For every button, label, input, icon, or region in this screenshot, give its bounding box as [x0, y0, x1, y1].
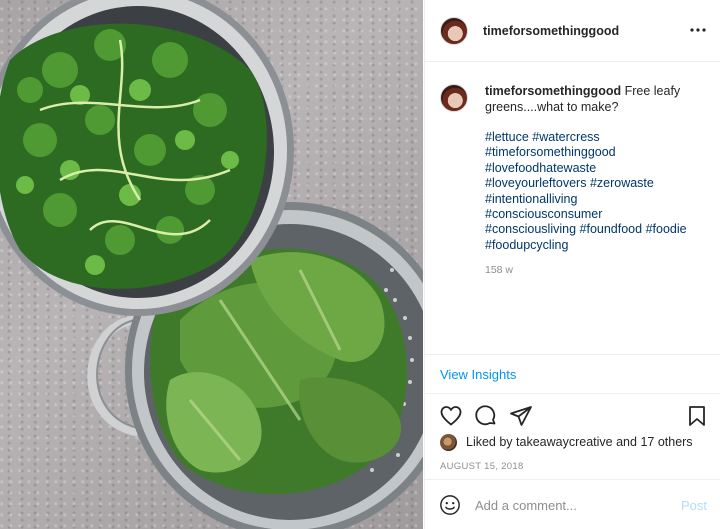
hashtag-link[interactable]: #foodupcycling — [485, 238, 568, 252]
post-author-username[interactable]: timeforsomethinggood — [483, 24, 619, 38]
hashtag-link[interactable]: #watercress — [532, 130, 599, 144]
avatar[interactable] — [440, 17, 468, 45]
watercress-leaves — [0, 23, 267, 289]
hashtag-list: #lettuce #watercress #timeforsomethinggo… — [485, 130, 711, 253]
caption-username[interactable]: timeforsomethinggood — [485, 84, 621, 98]
post-image[interactable] — [0, 0, 423, 529]
paper-plane-icon[interactable] — [509, 404, 533, 428]
hashtag-link[interactable]: #lovefoodhatewaste — [485, 161, 596, 175]
liker-avatar[interactable] — [440, 434, 457, 451]
hashtag-link[interactable]: #consciousconsumer — [485, 207, 602, 221]
post-header: timeforsomethinggood — [425, 0, 720, 62]
hashtag-link[interactable]: #consciousliving — [485, 222, 576, 236]
heart-icon[interactable] — [439, 404, 463, 428]
hashtag-link[interactable]: #foodie — [646, 222, 687, 236]
more-dots-icon[interactable] — [689, 22, 707, 38]
hashtag-link[interactable]: #zerowaste — [590, 176, 654, 190]
comment-bar: Post — [425, 479, 720, 529]
caption-time-ago[interactable]: 158 w — [485, 264, 513, 276]
comment-input[interactable] — [475, 495, 665, 515]
post-sidebar: timeforsomethinggood timeforsomethinggoo… — [424, 0, 720, 529]
liked-by-user[interactable]: takeawaycreative — [516, 435, 613, 449]
post-comment-button[interactable]: Post — [681, 498, 707, 513]
hashtag-link[interactable]: #loveyourleftovers — [485, 176, 586, 190]
liked-by-prefix: Liked by — [466, 435, 513, 449]
hashtag-link[interactable]: #timeforsomethinggood — [485, 145, 616, 159]
smiley-icon[interactable] — [439, 494, 461, 516]
liked-by-text: Liked by takeawaycreative and 17 others — [466, 435, 693, 449]
hashtag-link[interactable]: #intentionalliving — [485, 192, 577, 206]
caption-avatar[interactable] — [440, 84, 468, 112]
post-date[interactable]: AUGUST 15, 2018 — [440, 461, 524, 472]
bookmark-icon[interactable] — [685, 404, 709, 428]
insights-bar: View Insights — [425, 354, 720, 394]
comment-bubble-icon[interactable] — [474, 404, 498, 428]
caption: timeforsomethinggood Free leafy greens..… — [485, 84, 707, 115]
hashtag-link[interactable]: #lettuce — [485, 130, 529, 144]
hashtag-link[interactable]: #foundfood — [580, 222, 643, 236]
liked-by-others[interactable]: and 17 others — [616, 435, 692, 449]
view-insights-link[interactable]: View Insights — [440, 367, 516, 382]
caption-area: timeforsomethinggood Free leafy greens..… — [425, 62, 720, 354]
post-photo-illustration — [0, 0, 423, 529]
action-bar — [425, 400, 720, 432]
